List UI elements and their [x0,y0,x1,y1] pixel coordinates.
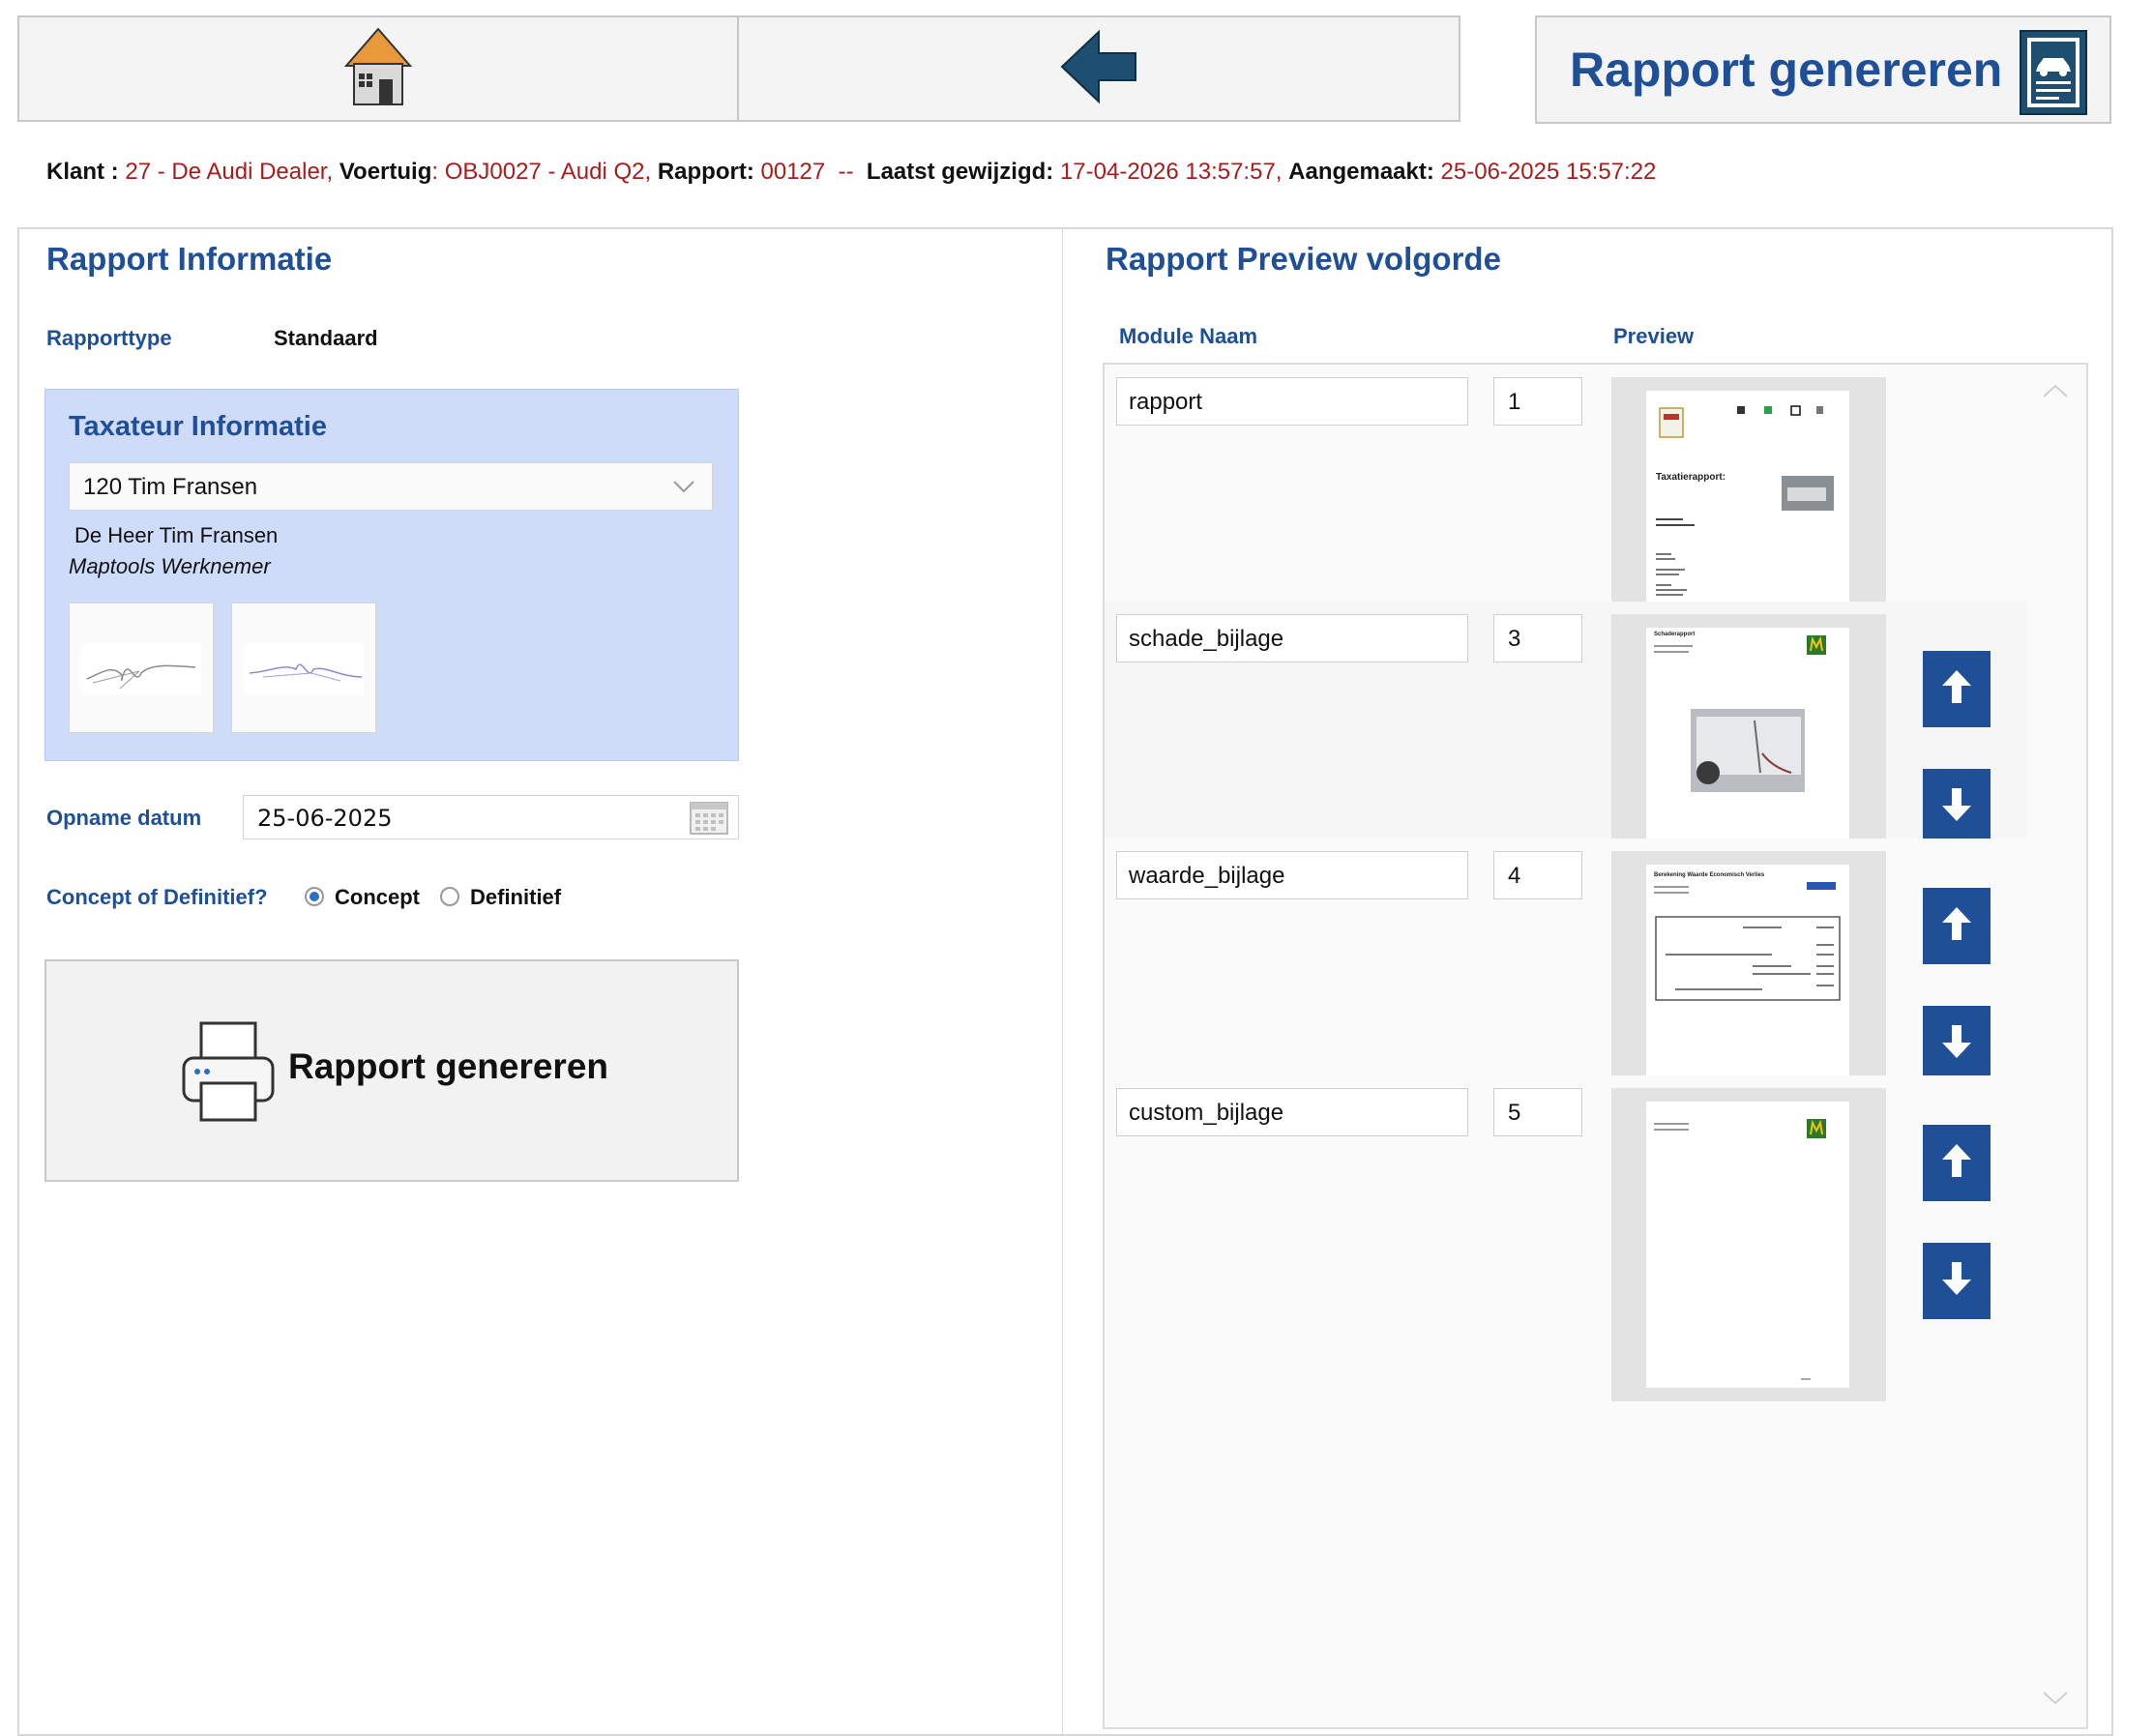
taxateur-select[interactable]: 120 Tim Fransen [69,462,713,511]
module-naam-header: Module Naam [1119,324,1258,348]
module-order-input[interactable]: 1 [1493,377,1582,426]
move-up-button[interactable] [1923,651,1991,727]
gewijzigd-label: Laatst gewijzigd: [866,159,1054,185]
home-button[interactable] [17,15,739,122]
rapport-value: 00127 -- [760,159,854,185]
concept-radio-label[interactable]: Concept [335,885,420,910]
definitief-radio-label[interactable]: Definitief [470,885,561,910]
module-order-input[interactable]: 5 [1493,1088,1582,1136]
preview-thumbnail[interactable] [1611,1088,1886,1401]
back-arrow-icon [1060,28,1137,110]
module-name-input[interactable]: schade_bijlage [1116,614,1468,662]
module-list[interactable]: rapport 1 Taxatierapport: schade_bijlage… [1103,363,2088,1729]
klant-label: Klant : [46,159,119,185]
taxateur-informatie-title: Taxateur Informatie [69,411,327,442]
preview-header: Preview [1613,324,1695,348]
arrow-up-icon [1940,668,1973,710]
generate-report-button[interactable]: Rapport genereren [44,959,739,1182]
module-row-custom-bijlage: custom_bijlage 5 [1105,1075,2027,1414]
voertuig-value: : OBJ0027 - Audi Q2, [431,159,652,185]
scroll-down-icon[interactable] [2041,1690,2070,1712]
arrow-up-icon [1940,905,1973,947]
rapport-informatie-panel: Rapport Informatie Rapporttype Standaard… [17,227,1064,1736]
taxateur-select-value: 120 Tim Fransen [83,474,258,500]
taxateur-role: Maptools Werknemer [69,554,271,578]
rapporttype-value: Standaard [274,326,378,350]
report-info-line: Klant : 27 - De Audi Dealer, Voertuig: O… [46,159,1656,186]
generate-report-top-button[interactable]: Rapport genereren [1535,15,2111,124]
rapport-informatie-title: Rapport Informatie [46,241,333,277]
arrow-down-icon [1940,1023,1973,1065]
taxateur-informatie-box: Taxateur Informatie 120 Tim Fransen De H… [44,389,739,761]
chevron-down-icon [671,473,696,505]
preview-page [1646,1102,1849,1388]
arrow-up-icon [1940,1142,1973,1184]
concept-definitief-label: Concept of Definitief? [46,885,268,909]
module-name-input[interactable]: custom_bijlage [1116,1088,1468,1136]
scroll-up-icon[interactable] [2041,382,2070,404]
opname-datum-input[interactable]: 25-06-2025 [243,795,739,839]
generate-report-top-label: Rapport genereren [1570,43,2003,97]
back-button[interactable] [737,15,1460,122]
opname-datum-value: 25-06-2025 [257,805,393,832]
move-down-button[interactable] [1923,769,1991,845]
printer-icon [180,1021,277,1127]
aangemaakt-value: 25-06-2025 15:57:22 [1440,159,1657,185]
signature-2 [231,603,376,733]
module-order-input[interactable]: 4 [1493,851,1582,899]
generate-report-label: Rapport genereren [288,1046,609,1086]
arrow-down-icon [1940,1260,1973,1302]
taxateur-name: De Heer Tim Fransen [74,523,279,547]
rapport-preview-title: Rapport Preview volgorde [1106,241,1501,277]
rapport-label: Rapport: [657,159,754,185]
move-down-button[interactable] [1923,1006,1991,1082]
move-up-button[interactable] [1923,888,1991,964]
klant-value: 27 - De Audi Dealer, [125,159,334,185]
report-car-icon [2019,29,2088,121]
voertuig-label: Voertuig [339,159,432,185]
home-icon [343,26,413,111]
signature-1 [69,603,214,733]
opname-datum-label: Opname datum [46,806,202,830]
move-down-button[interactable] [1923,1243,1991,1319]
module-name-input[interactable]: rapport [1116,377,1468,426]
preview-schaderapport-text: Schaderapport [1654,632,1696,637]
definitief-radio[interactable] [440,887,459,906]
aangemaakt-label: Aangemaakt: [1288,159,1434,185]
preview-taxatierapport-text: Taxatierapport: [1656,472,1726,483]
rapporttype-label: Rapporttype [46,326,172,350]
module-order-input[interactable]: 3 [1493,614,1582,662]
module-name-input[interactable]: waarde_bijlage [1116,851,1468,899]
concept-radio[interactable] [305,887,324,906]
preview-berekening-text: Berekening Waarde Economisch Verlies [1654,872,1765,878]
gewijzigd-value: 17-04-2026 13:57:57, [1059,159,1283,185]
calendar-icon[interactable] [690,802,728,840]
custom-page-preview [1654,1119,1826,1380]
arrow-down-icon [1940,786,1973,828]
move-up-button[interactable] [1923,1125,1991,1201]
